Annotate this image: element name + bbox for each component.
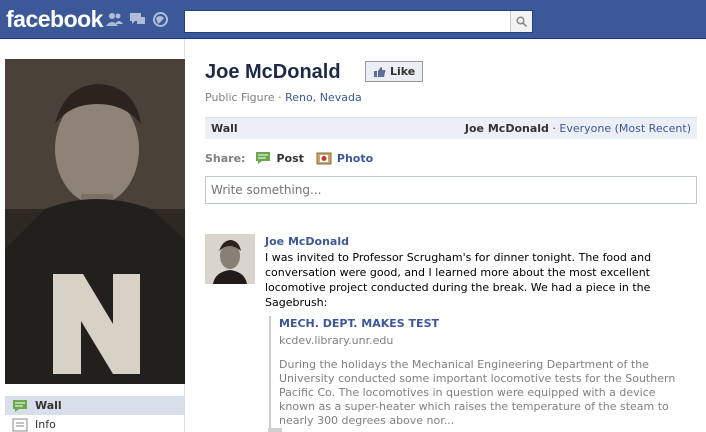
profile-picture[interactable] — [5, 59, 185, 384]
profile-name: Joe McDonald — [205, 61, 341, 83]
everyone-filter-link[interactable]: Everyone (Most Recent) — [559, 122, 691, 135]
friends-icon[interactable] — [106, 12, 123, 27]
top-bar: facebook — [0, 0, 706, 39]
post-action-icon — [268, 428, 282, 432]
attachment-description: During the holidays the Mechanical Engin… — [279, 358, 676, 427]
wall-filter: Joe McDonald · Everyone (Most Recent) — [465, 122, 691, 135]
left-column: Wall Info — [0, 39, 185, 432]
wall-owner-filter[interactable]: Joe McDonald — [465, 122, 549, 135]
search-bar — [184, 10, 533, 33]
wall-tab-label: Wall — [211, 122, 238, 135]
thumbs-up-icon — [374, 66, 386, 77]
sidebar-item-info[interactable]: Info — [5, 415, 185, 432]
share-post-button[interactable]: Post — [255, 151, 304, 165]
messages-icon[interactable] — [129, 12, 146, 27]
notification-jewels — [106, 12, 169, 27]
share-photo-button[interactable]: Photo — [316, 151, 373, 165]
share-photo-label: Photo — [336, 151, 374, 165]
link-attachment: MECH. DEPT. MAKES TEST kcdev.library.unr… — [269, 316, 689, 428]
post-author-name[interactable]: Joe McDonald — [265, 235, 349, 248]
photo-icon — [316, 152, 332, 165]
like-label: Like — [390, 65, 416, 78]
facebook-logo[interactable]: facebook — [6, 6, 103, 33]
wall-header-bar: Wall Joe McDonald · Everyone (Most Recen… — [205, 117, 697, 139]
share-post-label: Post — [276, 151, 304, 165]
like-button[interactable]: Like — [365, 61, 424, 82]
share-label: Share: — [205, 151, 246, 165]
share-row: Share: Post Photo — [205, 151, 385, 165]
post-text: I was invited to Professor Scrugham's fo… — [265, 251, 652, 309]
wall-composer-input[interactable] — [205, 176, 697, 204]
search-button[interactable] — [510, 11, 532, 32]
search-input[interactable] — [185, 11, 510, 32]
sidebar-item-wall[interactable]: Wall — [5, 396, 185, 415]
attachment-title[interactable]: MECH. DEPT. MAKES TEST — [279, 316, 689, 331]
wall-icon — [13, 399, 27, 412]
search-icon — [516, 16, 527, 27]
profile-category: Public Figure — [205, 91, 275, 104]
info-icon — [12, 418, 28, 431]
status-post-icon — [256, 152, 271, 164]
notifications-icon[interactable] — [152, 12, 169, 27]
sidebar-item-label: Wall — [35, 399, 62, 412]
sidebar-item-label: Info — [35, 418, 56, 431]
sidebar-nav: Wall Info — [5, 396, 185, 432]
attachment-domain: kcdev.library.unr.edu — [279, 334, 394, 347]
profile-subtitle: Public Figure · Reno, Nevada — [205, 91, 362, 104]
profile-location-link[interactable]: Reno, Nevada — [285, 91, 362, 104]
post-author-avatar[interactable] — [205, 234, 255, 284]
